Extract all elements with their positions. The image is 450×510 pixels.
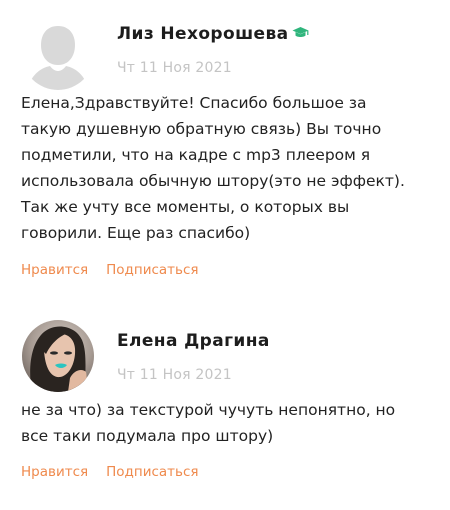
comment-text-line: подметили, что на кадре с mp3 плеером я — [21, 146, 371, 164]
like-button[interactable]: Нравится — [21, 262, 88, 278]
subscribe-button[interactable]: Подписаться — [106, 464, 198, 480]
avatar[interactable] — [22, 320, 94, 392]
author-name[interactable]: Елена Драгина — [117, 331, 270, 351]
graduation-cap-icon — [292, 27, 308, 37]
comment-date: Чт 11 Ноя 2021 — [117, 60, 232, 76]
comment-text: Елена,Здравствуйте! Спасибо большое за т… — [21, 90, 436, 246]
comment-text-line: Елена,Здравствуйте! Спасибо большое за — [21, 94, 367, 112]
author-name[interactable]: Лиз Нехорошева — [117, 24, 289, 44]
comment-date: Чт 11 Ноя 2021 — [117, 367, 232, 383]
subscribe-button[interactable]: Подписаться — [106, 262, 198, 278]
comment-text-line: все таки подумала про штору) — [21, 427, 274, 445]
comment-text-line: использовала обычную штору(это не эффект… — [21, 172, 405, 190]
comment-author[interactable]: Елена Драгина — [117, 331, 270, 351]
comment-author[interactable]: Лиз Нехорошева — [117, 24, 309, 44]
comment-actions: Нравится Подписаться — [21, 262, 199, 278]
user-photo-avatar-icon — [22, 320, 94, 392]
comment-text-line: такую душевную обратную связь) Вы точно — [21, 120, 382, 138]
like-button[interactable]: Нравится — [21, 464, 88, 480]
avatar[interactable] — [22, 18, 94, 90]
comment-text-line: Так же учту все моменты, о которых вы — [21, 198, 350, 216]
comment-text: не за что) за текстурой чучуть непонятно… — [21, 397, 436, 449]
comment-text-line: не за что) за текстурой чучуть непонятно… — [21, 401, 396, 419]
comment-text-line: говорили. Еще раз спасибо) — [21, 224, 251, 242]
default-user-avatar-icon — [28, 26, 88, 90]
comment-actions: Нравится Подписаться — [21, 464, 199, 480]
